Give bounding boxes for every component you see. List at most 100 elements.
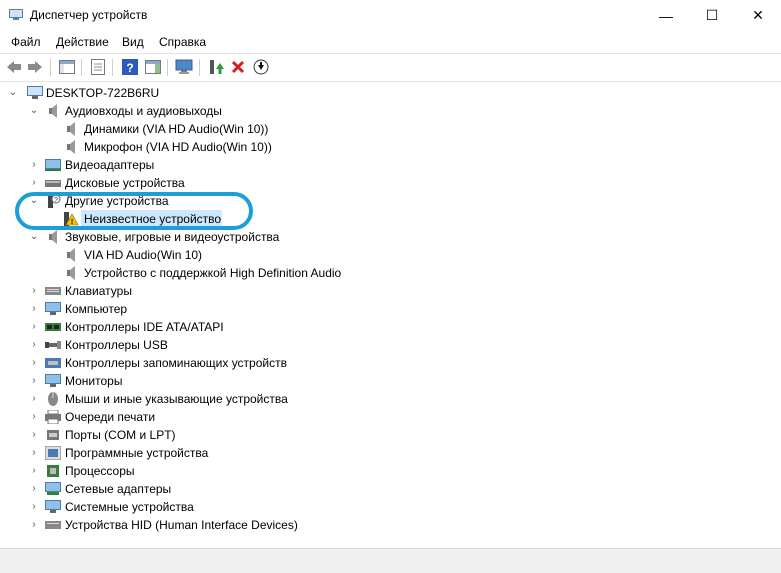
- category-label: Клавиатуры: [65, 284, 132, 298]
- computer-icon: [27, 86, 43, 99]
- show-hide-console-tree-button[interactable]: [58, 58, 76, 76]
- tree-category-computer[interactable]: › Компьютер: [0, 300, 781, 318]
- tree-category-ide-controllers[interactable]: › Контроллеры IDE ATA/ATAPI: [0, 318, 781, 336]
- chevron-down-icon[interactable]: ⌄: [28, 102, 40, 120]
- tree-category-mice[interactable]: › Мыши и иные указывающие устройства: [0, 390, 781, 408]
- download-button[interactable]: [252, 58, 270, 76]
- tree-device-microphone[interactable]: Микрофон (VIA HD Audio(Win 10)): [0, 138, 781, 156]
- tree-root[interactable]: ⌄ DESKTOP-722B6RU: [0, 84, 781, 102]
- chevron-right-icon[interactable]: ›: [28, 444, 40, 462]
- menu-view[interactable]: Вид: [122, 35, 144, 49]
- action-pane-button[interactable]: [144, 58, 162, 76]
- chevron-right-icon[interactable]: ›: [28, 498, 40, 516]
- category-label: Видеоадаптеры: [65, 158, 155, 172]
- minimize-button[interactable]: —: [643, 0, 689, 31]
- delete-x-icon: [231, 60, 245, 74]
- category-label: Программные устройства: [65, 446, 209, 460]
- svg-text:?: ?: [126, 61, 133, 75]
- tree-category-monitors[interactable]: › Мониторы: [0, 372, 781, 390]
- tree-category-software-devices[interactable]: › Программные устройства: [0, 444, 781, 462]
- device-label: Динамики (VIA HD Audio(Win 10)): [84, 122, 269, 136]
- tree-category-hid[interactable]: › Устройства HID (Human Interface Device…: [0, 516, 781, 534]
- annotation-ring: [15, 192, 253, 230]
- status-bar: [0, 548, 781, 573]
- chevron-right-icon[interactable]: ›: [28, 372, 40, 390]
- category-label: Устройства HID (Human Interface Devices): [65, 518, 298, 532]
- chevron-right-icon[interactable]: ›: [28, 318, 40, 336]
- scan-hardware-button[interactable]: [175, 58, 193, 76]
- chevron-right-icon[interactable]: ›: [28, 156, 40, 174]
- maximize-button[interactable]: ☐: [689, 0, 735, 31]
- chevron-down-icon[interactable]: ⌄: [28, 228, 40, 246]
- back-arrow-icon: [7, 61, 21, 73]
- menu-action[interactable]: Действие: [56, 35, 109, 49]
- chevron-right-icon[interactable]: ›: [28, 480, 40, 498]
- minimize-icon: —: [659, 7, 673, 24]
- speaker-icon: [67, 266, 75, 280]
- back-button[interactable]: [5, 58, 23, 76]
- tree-category-disk-devices[interactable]: › Дисковые устройства: [0, 174, 781, 192]
- tree-category-system-devices[interactable]: › Системные устройства: [0, 498, 781, 516]
- category-label: Очереди печати: [65, 410, 156, 424]
- tree-device-hd-audio[interactable]: Устройство с поддержкой High Definition …: [0, 264, 781, 282]
- chevron-right-icon[interactable]: ›: [28, 174, 40, 192]
- chevron-right-icon[interactable]: ›: [28, 462, 40, 480]
- tree-category-video-adapters[interactable]: › Видеоадаптеры: [0, 156, 781, 174]
- toolbar-separator: [199, 59, 200, 76]
- category-label: Звуковые, игровые и видеоустройства: [65, 230, 280, 244]
- device-label: Микрофон (VIA HD Audio(Win 10)): [84, 140, 272, 154]
- chevron-right-icon[interactable]: ›: [28, 336, 40, 354]
- chevron-right-icon[interactable]: ›: [28, 390, 40, 408]
- help-icon: ?: [122, 59, 138, 75]
- update-driver-icon: [210, 60, 224, 74]
- speaker-icon: [67, 248, 75, 262]
- tree-device-via-audio[interactable]: VIA HD Audio(Win 10): [0, 246, 781, 264]
- chevron-right-icon[interactable]: ›: [28, 426, 40, 444]
- console-tree-icon: [59, 60, 75, 74]
- close-button[interactable]: ✕: [735, 0, 781, 31]
- mouse-icon: [48, 392, 58, 406]
- chevron-right-icon[interactable]: ›: [28, 354, 40, 372]
- update-driver-button[interactable]: [207, 58, 225, 76]
- forward-button[interactable]: [26, 58, 44, 76]
- display-adapter-icon: [45, 159, 61, 171]
- chevron-right-icon[interactable]: ›: [28, 516, 40, 534]
- software-device-icon: [45, 446, 61, 460]
- properties-button[interactable]: [89, 58, 107, 76]
- tree-category-ports[interactable]: › Порты (COM и LPT): [0, 426, 781, 444]
- tree-category-sound-devices[interactable]: ⌄ Звуковые, игровые и видеоустройства: [0, 228, 781, 246]
- network-adapter-icon: [45, 482, 61, 495]
- tree-category-processors[interactable]: › Процессоры: [0, 462, 781, 480]
- uninstall-device-button[interactable]: [229, 58, 247, 76]
- speaker-icon: [49, 104, 57, 118]
- chevron-down-icon[interactable]: ⌄: [7, 84, 19, 102]
- speaker-icon: [67, 122, 75, 136]
- tree-category-audio-io[interactable]: ⌄ Аудиовходы и аудиовыходы: [0, 102, 781, 120]
- chevron-right-icon[interactable]: ›: [28, 408, 40, 426]
- category-label: Мониторы: [65, 374, 123, 388]
- chevron-right-icon[interactable]: ›: [28, 300, 40, 318]
- tree-category-print-queues[interactable]: › Очереди печати: [0, 408, 781, 426]
- category-label: Аудиовходы и аудиовыходы: [65, 104, 222, 118]
- system-device-icon: [45, 500, 61, 513]
- tree-category-network-adapters[interactable]: › Сетевые адаптеры: [0, 480, 781, 498]
- device-tree: ⌄ DESKTOP-722B6RU ⌄ Аудиовходы и аудиовы…: [0, 81, 781, 547]
- port-icon: [47, 430, 59, 440]
- menu-file[interactable]: Файл: [11, 35, 41, 49]
- tree-device-speakers[interactable]: Динамики (VIA HD Audio(Win 10)): [0, 120, 781, 138]
- tree-root-label: DESKTOP-722B6RU: [46, 86, 160, 100]
- tree-category-keyboards[interactable]: › Клавиатуры: [0, 282, 781, 300]
- toolbar: ?: [0, 53, 781, 82]
- tree-category-usb-controllers[interactable]: › Контроллеры USB: [0, 336, 781, 354]
- storage-controller-icon: [45, 358, 61, 368]
- tree-category-storage-controllers[interactable]: › Контроллеры запоминающих устройств: [0, 354, 781, 372]
- category-label: Контроллеры запоминающих устройств: [65, 356, 287, 370]
- speaker-icon: [67, 140, 75, 154]
- hid-icon: [45, 521, 61, 529]
- menu-help[interactable]: Справка: [159, 35, 206, 49]
- controller-icon: [45, 323, 61, 331]
- processor-icon: [47, 465, 59, 477]
- category-label: Процессоры: [65, 464, 135, 478]
- chevron-right-icon[interactable]: ›: [28, 282, 40, 300]
- help-button[interactable]: ?: [121, 58, 139, 76]
